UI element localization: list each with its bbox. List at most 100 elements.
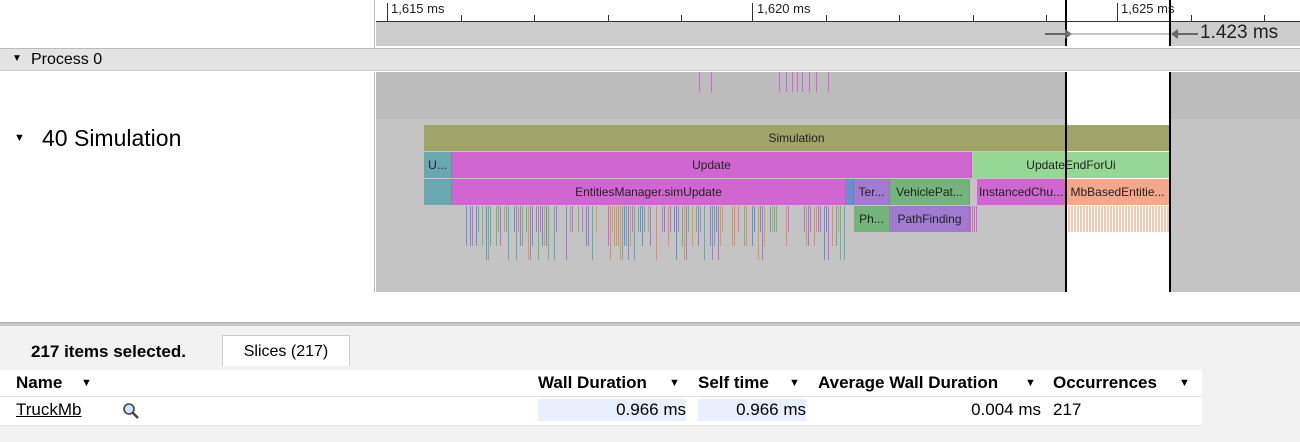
sub-slice: [760, 206, 761, 232]
sub-slice: [720, 206, 721, 246]
sub-slice: [1128, 206, 1130, 232]
sub-slice: [1152, 206, 1154, 232]
slice-teal-small[interactable]: [424, 179, 452, 205]
sort-arrow-icon[interactable]: ▼: [1025, 370, 1036, 396]
sort-arrow-icon[interactable]: ▼: [789, 370, 800, 396]
track-spacer: [0, 292, 1300, 322]
duration-arrows-icon: [1045, 29, 1198, 39]
collapse-triangle-icon[interactable]: ▼: [12, 53, 22, 64]
slice-entities-manager[interactable]: EntitiesManager.simUpdate: [452, 179, 846, 205]
sub-slice: [752, 206, 753, 246]
sub-slice: [540, 206, 541, 232]
column-header-avg-wall-duration[interactable]: Average Wall Duration: [818, 370, 998, 396]
search-icon[interactable]: [122, 402, 140, 420]
row-name-link[interactable]: TruckMb: [16, 399, 82, 421]
sub-slice: [820, 206, 821, 232]
sub-slice: [712, 206, 713, 260]
column-header-wall-duration[interactable]: Wall Duration: [538, 370, 647, 396]
sub-slice: [476, 206, 477, 246]
sub-slice: [626, 206, 627, 246]
ruler-major-tick: [1117, 3, 1118, 22]
sub-slice: [838, 206, 839, 232]
tab-slices[interactable]: Slices (217): [222, 335, 350, 366]
slice-update-end-for-ui[interactable]: UpdateEndForUi: [973, 152, 1170, 178]
sub-slice: [546, 206, 547, 246]
sub-slice: [582, 206, 583, 232]
sub-slice: [648, 206, 649, 232]
column-header-occurrences[interactable]: Occurrences: [1053, 370, 1157, 396]
sub-slice: [572, 206, 573, 232]
sub-slice: [700, 206, 701, 232]
table-row[interactable]: TruckMb 0.966 ms 0.966 ms 0.004 ms 217: [0, 397, 1202, 426]
sub-slice: [1140, 206, 1142, 232]
summary-mark: [779, 72, 780, 92]
sub-slice: [586, 206, 587, 246]
collapse-triangle-icon[interactable]: ▼: [14, 132, 25, 144]
sub-slice: [470, 206, 471, 246]
sub-slice: [472, 206, 473, 246]
sort-arrow-icon[interactable]: ▼: [1179, 370, 1190, 396]
time-ruler[interactable]: 1,615 ms 1,620 ms 1,625 ms: [376, 0, 1300, 22]
slice-u[interactable]: U...: [424, 152, 452, 178]
thread-header[interactable]: ▼ 40 Simulation: [0, 72, 375, 292]
ruler-minor-tick: [899, 15, 900, 22]
sub-slice: [650, 206, 651, 246]
sub-slice: [804, 206, 805, 232]
sub-slice: [836, 206, 837, 246]
slice-path-finding[interactable]: PathFinding: [890, 206, 970, 232]
slice-vehicle-path[interactable]: VehiclePat...: [890, 179, 970, 205]
sort-arrow-icon[interactable]: ▼: [669, 370, 680, 396]
summary-mark: [797, 72, 798, 92]
summary-mark: [809, 72, 810, 92]
sub-slice: [974, 206, 975, 232]
slice-instanced-chunk[interactable]: InstancedChu...: [977, 179, 1066, 205]
sub-slice: [514, 206, 515, 232]
ruler-major-tick: [752, 3, 753, 22]
sub-slice: [762, 206, 763, 260]
sub-slice: [826, 206, 827, 232]
sub-slice: [1155, 206, 1157, 232]
column-header-self-time[interactable]: Self time: [698, 370, 769, 396]
slice-simulation[interactable]: Simulation: [424, 125, 1170, 151]
sub-slice: [490, 206, 491, 246]
sub-slice: [592, 206, 593, 260]
sub-slice: [746, 206, 747, 246]
thread-track[interactable]: Simulation U... Update UpdateEndForUi En…: [376, 72, 1300, 292]
table-header-row: Name ▼ Wall Duration ▼ Self time ▼ Avera…: [0, 370, 1202, 397]
slice-ph[interactable]: Ph...: [854, 206, 890, 232]
process-label: Process 0: [31, 51, 103, 68]
sub-slice: [536, 206, 537, 232]
ruler-label-1620: 1,620 ms: [757, 1, 811, 16]
sort-arrow-icon[interactable]: ▼: [81, 370, 92, 396]
sub-slice: [1080, 206, 1082, 232]
sub-slice: [844, 206, 845, 260]
sub-slice: [714, 206, 715, 246]
slice-update[interactable]: Update: [452, 152, 972, 178]
sub-slice: [1113, 206, 1115, 232]
ruler-minor-tick: [1264, 15, 1265, 22]
sub-slice: [542, 206, 543, 246]
process-header[interactable]: ▼ Process 0: [0, 48, 1300, 71]
sub-slice: [806, 206, 807, 246]
sub-slice: [556, 206, 557, 232]
sub-slice: [528, 206, 529, 260]
sub-slice: [508, 206, 509, 260]
sub-slice: [832, 206, 833, 246]
sub-slice: [818, 206, 819, 232]
sub-slice: [526, 206, 527, 232]
slice-ter[interactable]: Ter...: [854, 179, 890, 205]
sub-slice: [500, 206, 501, 246]
selection-boundary-right: [1169, 72, 1171, 292]
column-header-name[interactable]: Name: [16, 370, 62, 396]
sub-slice: [620, 206, 621, 260]
sub-slice: [1161, 206, 1163, 232]
slice-small-blue[interactable]: [846, 179, 854, 205]
cell-self-time: 0.966 ms: [736, 400, 806, 419]
sub-slice: [498, 206, 499, 232]
slices-table: Name ▼ Wall Duration ▼ Self time ▼ Avera…: [0, 370, 1202, 426]
sub-slice: [698, 206, 699, 246]
sub-slice: [754, 206, 755, 232]
slice-mb-based[interactable]: MbBasedEntitie...: [1066, 179, 1170, 205]
sub-slice: [732, 206, 733, 246]
selection-ruler[interactable]: 1.423 ms: [376, 0, 1300, 46]
